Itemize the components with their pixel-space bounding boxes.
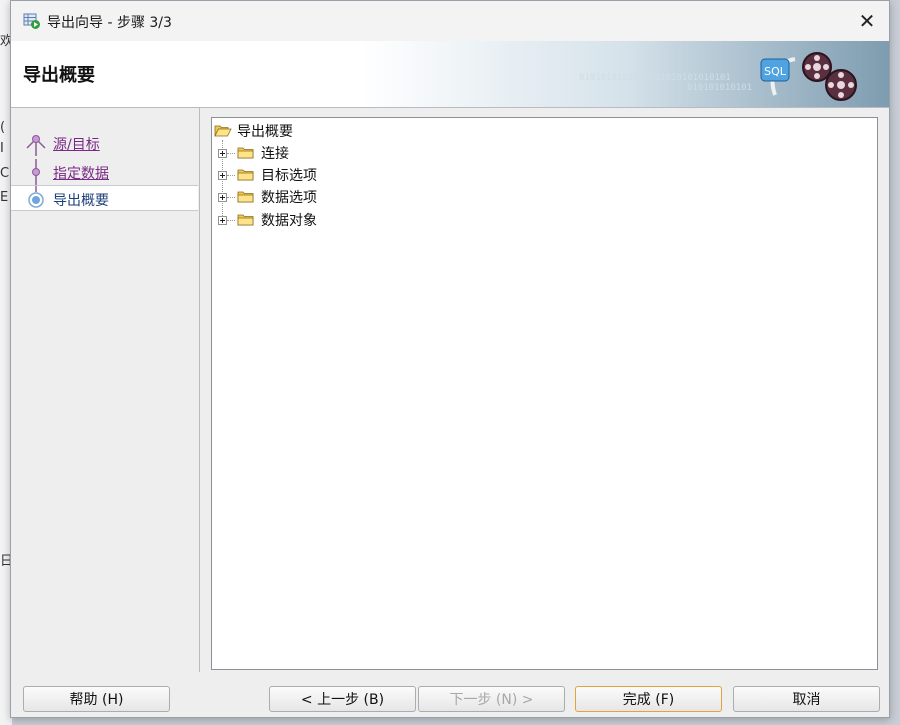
binary-decoration: 0101010101010101010101010101 [579, 73, 731, 83]
tree-node-connection[interactable]: 连接 [218, 142, 289, 164]
expand-icon[interactable] [218, 170, 227, 180]
tree-node-data-options[interactable]: 数据选项 [218, 186, 317, 208]
wizard-steps-panel: 源/目标 指定数据 导出概要 [11, 108, 200, 672]
step-label[interactable]: 源/目标 [53, 134, 100, 154]
folder-icon [237, 214, 254, 226]
next-button[interactable]: 下一步 (N) > [418, 686, 565, 712]
step-source-target[interactable]: 源/目标 [11, 130, 198, 156]
back-button[interactable]: < 上一步 (B) [269, 686, 416, 712]
help-button[interactable]: 帮助 (H) [23, 686, 170, 712]
tree-node-data-objects[interactable]: 数据对象 [218, 209, 317, 231]
expand-icon[interactable] [218, 192, 227, 202]
tree-node-label: 目标选项 [261, 168, 317, 184]
close-button[interactable]: ✕ [845, 1, 889, 41]
tree-branch-line [227, 196, 235, 198]
folder-open-icon [214, 125, 232, 137]
tree-node-label: 数据选项 [261, 190, 317, 206]
step-visited-marker-icon [32, 159, 40, 185]
tree-branch-line [227, 174, 235, 176]
sql-export-banner-icon: SQL [760, 52, 857, 101]
step-label: 导出概要 [53, 193, 109, 209]
expand-icon[interactable] [218, 215, 227, 225]
step-specify-data[interactable]: 指定数据 [11, 159, 198, 185]
tree-node-target-options[interactable]: 目标选项 [218, 164, 317, 186]
binary-decoration: 010101010101 [687, 83, 753, 93]
tree-branch-line [227, 219, 235, 221]
tree-node-label: 连接 [261, 146, 289, 162]
tree-branch-line [227, 152, 235, 154]
window-title: 导出向导 - 步骤 3/3 [47, 15, 172, 31]
sql-label: SQL [764, 65, 787, 78]
step-current-marker-icon [28, 186, 44, 208]
finish-button[interactable]: 完成 (F) [575, 686, 722, 712]
summary-tree-panel[interactable]: 导出概要 连接 目标选项 数据选项 数据对象 [211, 117, 878, 670]
step-export-summary[interactable]: 导出概要 [11, 185, 198, 211]
wizard-header: 导出概要 0101010101010101010101010101 010101… [11, 41, 889, 107]
tree-root-node[interactable]: 导出概要 [214, 120, 293, 142]
folder-icon [237, 147, 254, 159]
title-bar[interactable]: 导出向导 - 步骤 3/3 ✕ [11, 1, 889, 41]
expand-icon[interactable] [218, 148, 227, 158]
page-title: 导出概要 [23, 65, 95, 86]
tree-node-label: 数据对象 [261, 213, 317, 229]
step-visited-marker-icon [26, 135, 46, 156]
export-wizard-dialog: 导出向导 - 步骤 3/3 ✕ 导出概要 0101010101010101010… [10, 0, 890, 718]
folder-icon [237, 191, 254, 203]
folder-icon [237, 169, 254, 181]
close-icon: ✕ [858, 9, 876, 33]
tree-root-label: 导出概要 [237, 124, 293, 140]
step-label[interactable]: 指定数据 [53, 163, 109, 183]
cancel-button[interactable]: 取消 [733, 686, 880, 712]
wizard-app-icon [23, 13, 40, 29]
